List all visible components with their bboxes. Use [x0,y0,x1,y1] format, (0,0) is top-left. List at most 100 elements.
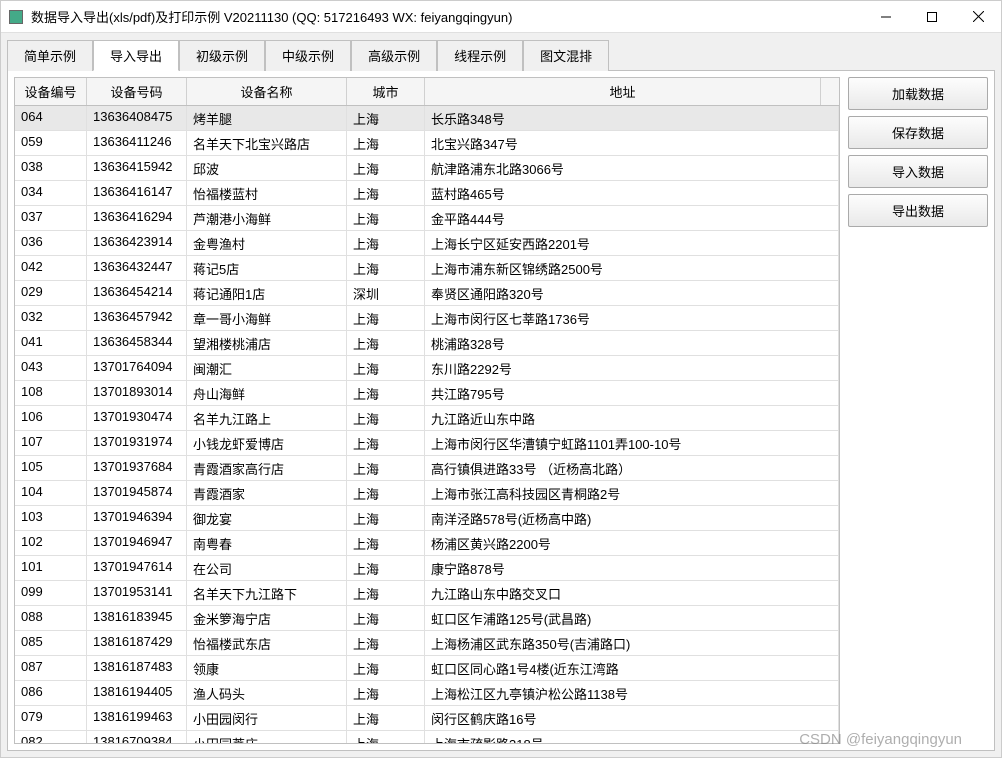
table-row[interactable]: 04213636432447蒋记5店上海上海市浦东新区锦绣路2500号 [15,256,839,281]
cell-city: 上海 [347,481,425,506]
column-header-address[interactable]: 地址 [425,78,821,105]
cell-num: 13701946947 [87,531,187,556]
table-row[interactable]: 10113701947614在公司上海康宁路878号 [15,556,839,581]
table-row[interactable]: 10313701946394御龙宴上海南洋泾路578号(近杨高中路) [15,506,839,531]
cell-addr: 北宝兴路347号 [425,131,839,156]
export-data-button[interactable]: 导出数据 [848,194,988,227]
cell-num: 13636416147 [87,181,187,206]
tab-6[interactable]: 图文混排 [523,40,609,71]
cell-addr: 上海市张江高科技园区青桐路2号 [425,481,839,506]
cell-name: 小田园莘庄 [187,731,347,743]
cell-name: 小田园闵行 [187,706,347,731]
cell-num: 13701930474 [87,406,187,431]
cell-id: 079 [15,706,87,731]
column-header-name[interactable]: 设备名称 [187,78,347,105]
cell-name: 芦潮港小海鲜 [187,206,347,231]
table-row[interactable]: 10413701945874青霞酒家上海上海市张江高科技园区青桐路2号 [15,481,839,506]
app-icon [9,10,23,24]
cell-city: 上海 [347,131,425,156]
table-row[interactable]: 03713636416294芦潮港小海鲜上海金平路444号 [15,206,839,231]
main-window: 数据导入导出(xls/pdf)及打印示例 V20211130 (QQ: 5172… [0,0,1002,758]
tab-2[interactable]: 初级示例 [179,40,265,71]
table-row[interactable]: 10213701946947南粤春上海杨浦区黄兴路2200号 [15,531,839,556]
close-button[interactable] [955,1,1001,33]
cell-id: 102 [15,531,87,556]
cell-name: 烤羊腿 [187,106,347,131]
tab-3[interactable]: 中级示例 [265,40,351,71]
table-row[interactable]: 04113636458344望湘楼桃浦店上海桃浦路328号 [15,331,839,356]
cell-name: 渔人码头 [187,681,347,706]
table-row[interactable]: 05913636411246名羊天下北宝兴路店上海北宝兴路347号 [15,131,839,156]
cell-id: 105 [15,456,87,481]
cell-city: 上海 [347,206,425,231]
cell-city: 上海 [347,231,425,256]
tab-5[interactable]: 线程示例 [437,40,523,71]
cell-addr: 东川路2292号 [425,356,839,381]
tab-0[interactable]: 简单示例 [7,40,93,71]
table-row[interactable]: 09913701953141名羊天下九江路下上海九江路山东中路交叉口 [15,581,839,606]
table-row[interactable]: 08813816183945金米箩海宁店上海虹口区乍浦路125号(武昌路) [15,606,839,631]
tab-4[interactable]: 高级示例 [351,40,437,71]
cell-num: 13701945874 [87,481,187,506]
cell-addr: 九江路山东中路交叉口 [425,581,839,606]
cell-name: 金米箩海宁店 [187,606,347,631]
save-data-button[interactable]: 保存数据 [848,116,988,149]
cell-id: 038 [15,156,87,181]
tab-1[interactable]: 导入导出 [93,40,179,71]
cell-addr: 上海长宁区延安西路2201号 [425,231,839,256]
cell-num: 13816183945 [87,606,187,631]
cell-addr: 上海市疏影路318号 [425,731,839,743]
cell-num: 13816199463 [87,706,187,731]
maximize-button[interactable] [909,1,955,33]
load-data-button[interactable]: 加载数据 [848,77,988,110]
table-row[interactable]: 03613636423914金粤渔村上海上海长宁区延安西路2201号 [15,231,839,256]
cell-num: 13636408475 [87,106,187,131]
cell-id: 034 [15,181,87,206]
cell-num: 13636411246 [87,131,187,156]
cell-addr: 虹口区乍浦路125号(武昌路) [425,606,839,631]
cell-num: 13636458344 [87,331,187,356]
table-row[interactable]: 03413636416147怡福楼蓝村上海蓝村路465号 [15,181,839,206]
table-row[interactable]: 08513816187429怡福楼武东店上海上海杨浦区武东路350号(吉浦路口) [15,631,839,656]
cell-addr: 金平路444号 [425,206,839,231]
table-row[interactable]: 04313701764094闽潮汇上海东川路2292号 [15,356,839,381]
table-row[interactable]: 08213816709384小田园莘庄上海上海市疏影路318号 [15,731,839,743]
table-row[interactable]: 03813636415942邱波上海航津路浦东北路3066号 [15,156,839,181]
cell-name: 章一哥小海鲜 [187,306,347,331]
cell-city: 上海 [347,431,425,456]
table-row[interactable]: 03213636457942章一哥小海鲜上海上海市闵行区七莘路1736号 [15,306,839,331]
cell-addr: 闵行区鹤庆路16号 [425,706,839,731]
column-header-city[interactable]: 城市 [347,78,425,105]
cell-name: 青霞酒家 [187,481,347,506]
minimize-button[interactable] [863,1,909,33]
cell-city: 上海 [347,506,425,531]
table-row[interactable]: 06413636408475烤羊腿上海长乐路348号 [15,106,839,131]
cell-id: 037 [15,206,87,231]
cell-num: 13701953141 [87,581,187,606]
table-row[interactable]: 10513701937684青霞酒家高行店上海高行镇俱进路33号 （近杨高北路） [15,456,839,481]
cell-id: 082 [15,731,87,743]
table-row[interactable]: 07913816199463小田园闵行上海闵行区鹤庆路16号 [15,706,839,731]
cell-num: 13636423914 [87,231,187,256]
import-data-button[interactable]: 导入数据 [848,155,988,188]
cell-city: 上海 [347,381,425,406]
table-row[interactable]: 08713816187483领康上海虹口区同心路1号4楼(近东江湾路 [15,656,839,681]
cell-id: 087 [15,656,87,681]
cell-name: 蒋记5店 [187,256,347,281]
table-row[interactable]: 10813701893014舟山海鲜上海共江路795号 [15,381,839,406]
table-row[interactable]: 10613701930474名羊九江路上上海九江路近山东中路 [15,406,839,431]
table-body[interactable]: 06413636408475烤羊腿上海长乐路348号05913636411246… [15,106,839,743]
cell-name: 南粤春 [187,531,347,556]
cell-city: 上海 [347,156,425,181]
table-row[interactable]: 02913636454214蒋记通阳1店深圳奉贤区通阳路320号 [15,281,839,306]
cell-num: 13701946394 [87,506,187,531]
column-header-number[interactable]: 设备号码 [87,78,187,105]
cell-id: 041 [15,331,87,356]
column-header-id[interactable]: 设备编号 [15,78,87,105]
table-row[interactable]: 10713701931974小钱龙虾爱博店上海上海市闵行区华漕镇宁虹路1101弄… [15,431,839,456]
cell-num: 13701937684 [87,456,187,481]
cell-addr: 长乐路348号 [425,106,839,131]
cell-num: 13636454214 [87,281,187,306]
table-row[interactable]: 08613816194405渔人码头上海上海松江区九亭镇沪松公路1138号 [15,681,839,706]
cell-id: 086 [15,681,87,706]
